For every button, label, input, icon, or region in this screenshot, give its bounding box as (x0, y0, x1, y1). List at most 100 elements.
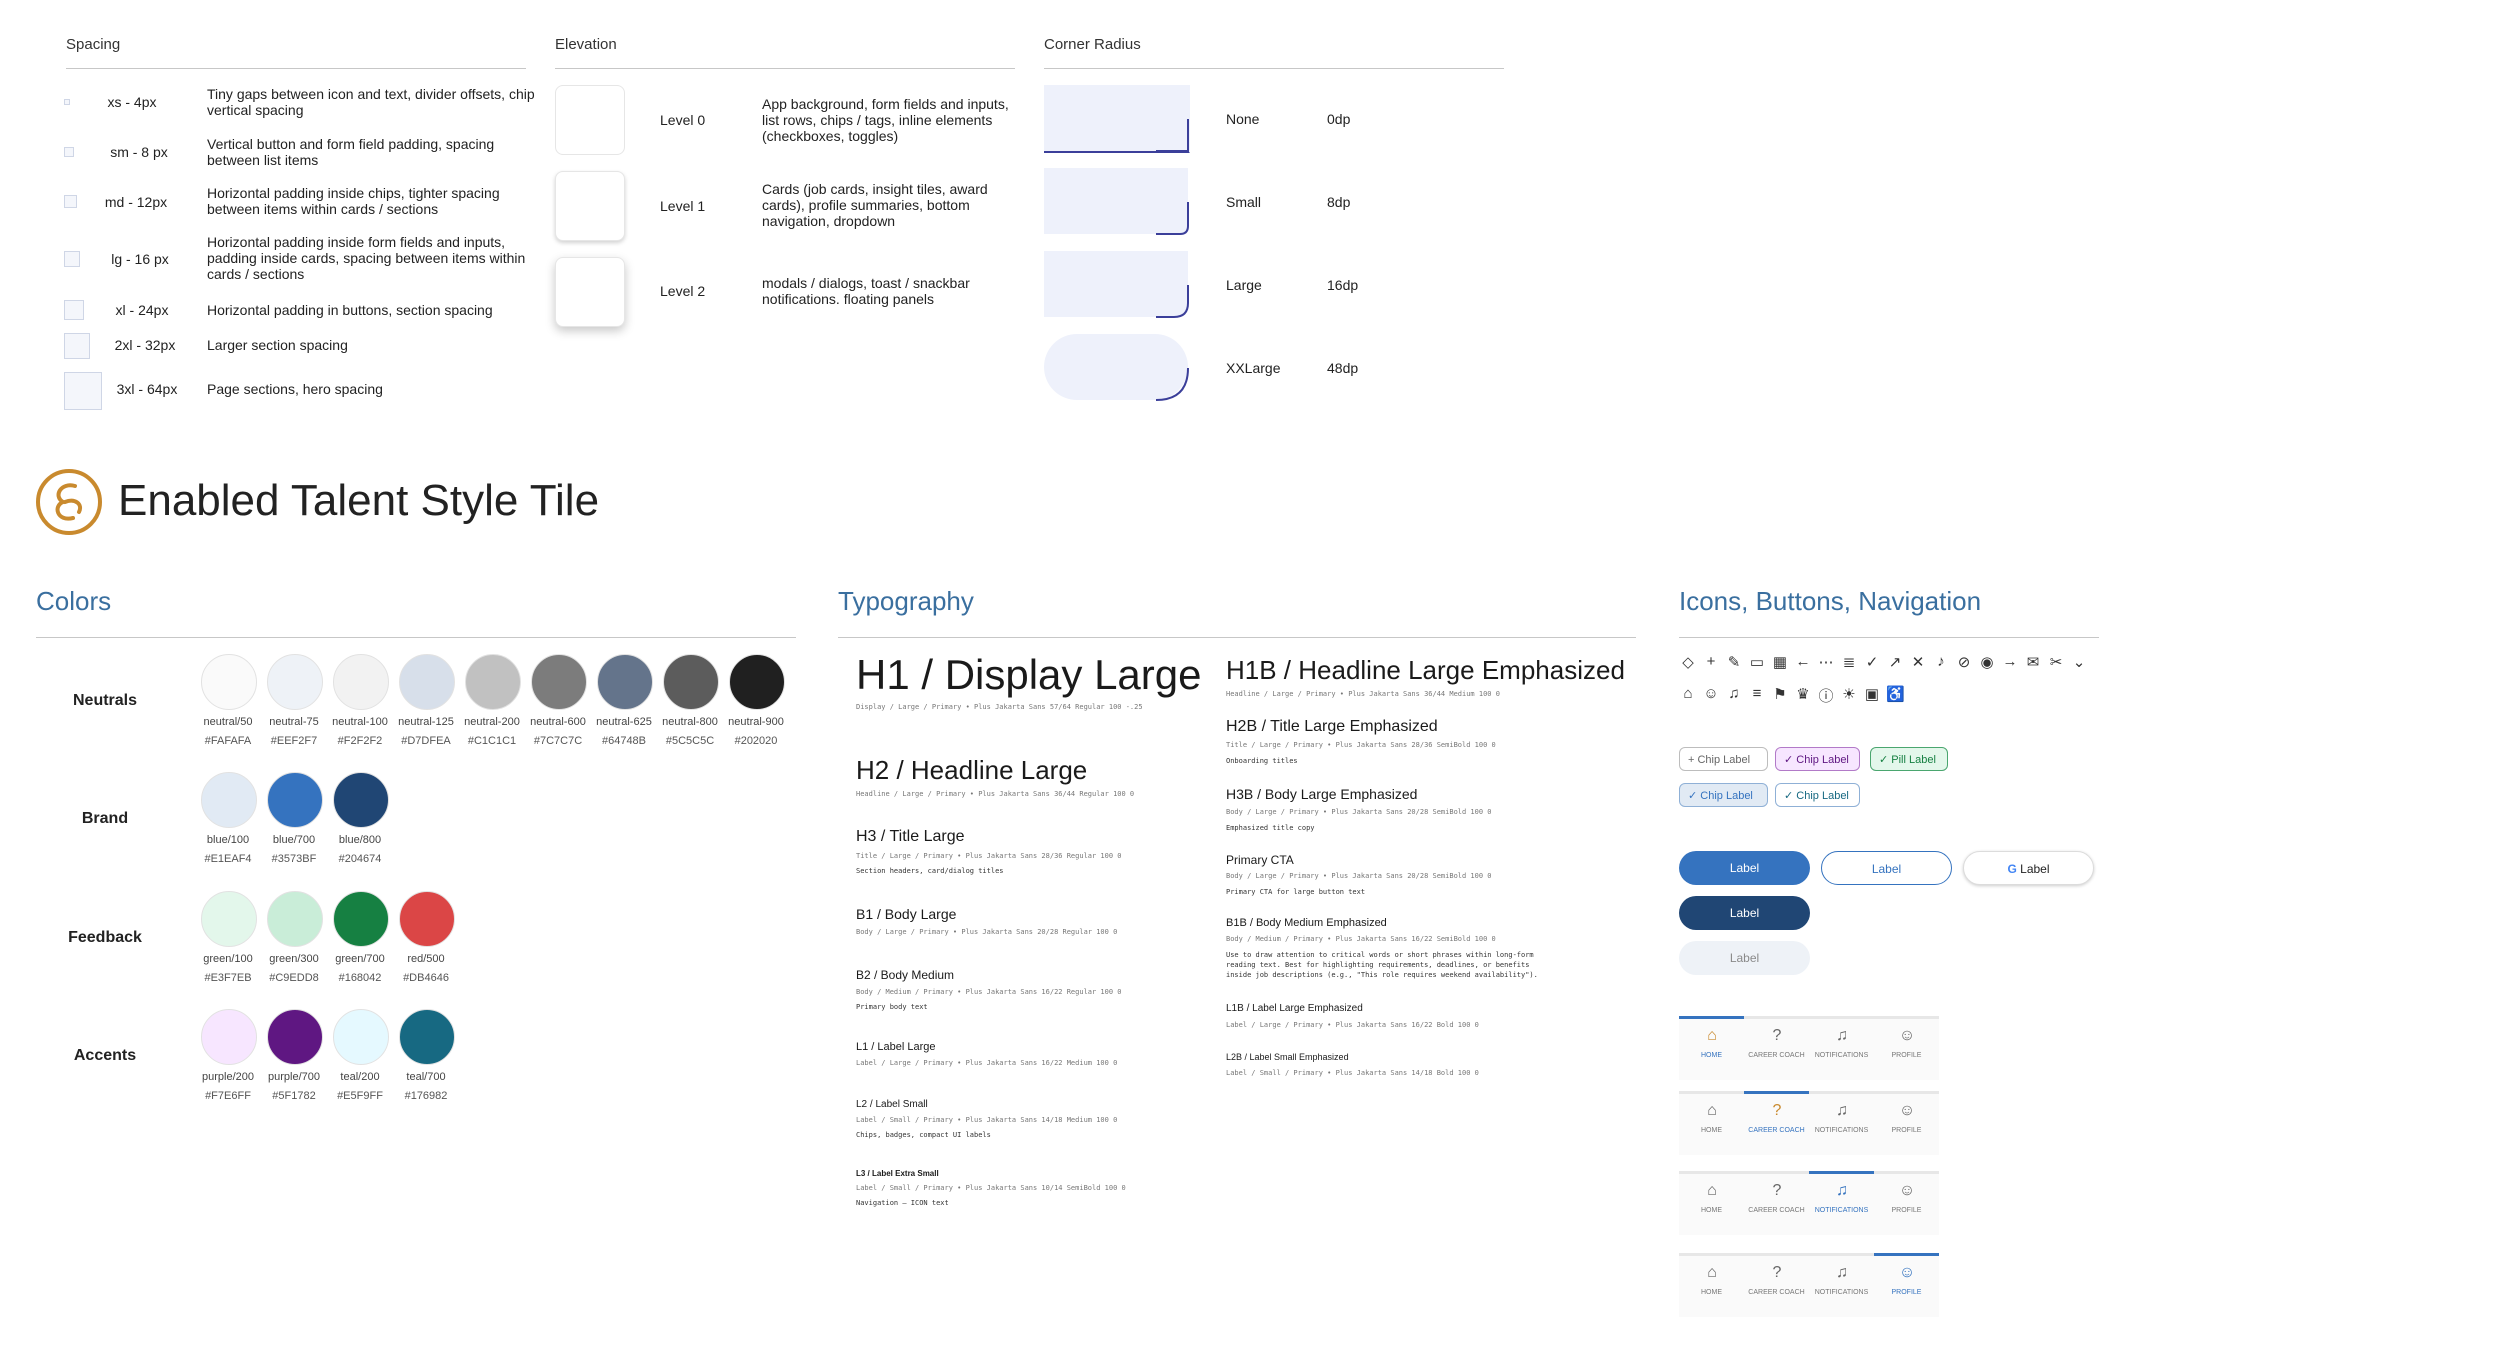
nav-item-career-coach[interactable]: ? CAREER COACH (1744, 1256, 1809, 1317)
close-icon[interactable]: ✕ (1909, 653, 1927, 671)
type-note: Navigation – ICON text (856, 1199, 949, 1207)
bookmark-icon[interactable]: ⚑ (1771, 685, 1789, 703)
color-swatch (267, 891, 323, 947)
spacing-swatch-md (64, 195, 77, 208)
info-circle-icon[interactable]: ⓘ (1817, 685, 1835, 706)
color-row-label: Neutrals (72, 692, 138, 709)
color-swatch (267, 772, 323, 828)
home-icon: ⌂ (1707, 1264, 1717, 1281)
chip-label: Pill Label (1891, 754, 1936, 766)
check-icon: ✓ (1784, 790, 1797, 802)
notifications-icon: ♫ (1836, 1027, 1848, 1044)
nav-item-profile[interactable]: ☺ PROFILE (1874, 1174, 1939, 1235)
pill-selected-green[interactable]: ✓ Pill Label (1870, 747, 1948, 771)
corner-name: XXLarge (1226, 360, 1281, 376)
nav-item-career-coach[interactable]: ? CAREER COACH (1744, 1174, 1809, 1235)
color-row-label: Brand (81, 810, 129, 827)
mail-icon[interactable]: ✉ (2024, 653, 2042, 671)
pencil-icon[interactable]: ✎ (1725, 653, 1743, 671)
chip-selected-blue[interactable]: ✓ Chip Label (1679, 783, 1768, 807)
nav-item-profile[interactable]: ☺ PROFILE (1874, 1253, 1939, 1317)
color-swatch (399, 891, 455, 947)
home-icon[interactable]: ⌂ (1679, 685, 1697, 702)
nav-item-home[interactable]: ⌂ HOME (1679, 1094, 1744, 1155)
color-swatch (201, 654, 257, 710)
color-row-label: Accents (73, 1047, 137, 1064)
type-note: Emphasized title copy (1226, 824, 1315, 832)
account-icon[interactable]: ☺ (1702, 685, 1720, 702)
calendar-icon[interactable]: ▦ (1771, 653, 1789, 671)
google-sign-in-button[interactable]: G Label (1963, 851, 2094, 885)
nav-item-label: CAREER COACH (1748, 1207, 1805, 1214)
chip-selected-purple[interactable]: ✓ Chip Label (1775, 747, 1860, 771)
elevation-title: Elevation (555, 36, 617, 53)
nav-item-profile[interactable]: ☺ PROFILE (1874, 1094, 1939, 1155)
tools-icon[interactable]: ✂ (2047, 653, 2065, 671)
id-card-icon[interactable]: ▣ (1863, 685, 1881, 703)
storage-icon[interactable]: ≡ (1748, 685, 1766, 702)
document-icon[interactable]: ≣ (1840, 653, 1858, 671)
color-swatch (399, 654, 455, 710)
mic-icon[interactable]: ♪ (1932, 653, 1950, 670)
nav-item-profile[interactable]: ☺ PROFILE (1874, 1019, 1939, 1080)
dark-button[interactable]: Label (1679, 896, 1810, 930)
nav-item-home[interactable]: ⌂ HOME (1679, 1256, 1744, 1317)
elevation-card-level-2 (555, 257, 625, 327)
clipboard-icon[interactable]: ▭ (1748, 653, 1766, 671)
external-link-icon[interactable]: ↗ (1886, 653, 1904, 671)
check-icon: ✓ (1784, 754, 1797, 766)
nav-item-label: NOTIFICATIONS (1814, 1207, 1869, 1214)
nav-item-career-coach[interactable]: ? CAREER COACH (1744, 1091, 1809, 1155)
nav-item-notifications[interactable]: ♫ NOTIFICATIONS (1809, 1256, 1874, 1317)
profile-icon: ☺ (1898, 1027, 1916, 1044)
career-coach-icon: ? (1772, 1264, 1782, 1281)
type-spec: Body / Large / Primary • Plus Jakarta Sa… (1226, 808, 1492, 816)
elevation-card-level-0 (555, 85, 625, 155)
spacing-swatch-xs (64, 99, 70, 105)
color-swatch (597, 654, 653, 710)
nav-item-home[interactable]: ⌂ HOME (1679, 1174, 1744, 1235)
outline-button[interactable]: Label (1821, 851, 1952, 885)
type-spec: Title / Large / Primary • Plus Jakarta S… (856, 852, 1122, 860)
more-icon[interactable]: ⋯ (1817, 653, 1835, 671)
arrow-right-icon[interactable]: → (2001, 653, 2019, 670)
type-spec: Headline / Large / Primary • Plus Jakart… (856, 790, 1135, 798)
trophy-icon[interactable]: ♛ (1794, 685, 1812, 703)
spacing-title: Spacing (66, 36, 121, 53)
nav-item-label: HOME (1701, 1052, 1722, 1059)
type-spec: Body / Large / Primary • Plus Jakarta Sa… (856, 928, 1118, 936)
type-sample-h1: H1 / Display Large (856, 651, 1202, 698)
accessibility-icon[interactable]: ♿ (1886, 685, 1905, 703)
elevation-desc: modals / dialogs, toast / snackbar notif… (762, 275, 970, 307)
lightbulb-icon[interactable]: ☀ (1840, 685, 1858, 703)
bottom-navigation-bar: ⌂ HOME? CAREER COACH ♫ NOTIFICATIONS ☺ PROFILE (1679, 1253, 1939, 1317)
nav-item-notifications[interactable]: ♫ NOTIFICATIONS (1809, 1171, 1874, 1235)
corner-name: Small (1226, 194, 1262, 210)
diamond-icon[interactable]: ◇ (1679, 653, 1697, 671)
type-spec: Label / Small / Primary • Plus Jakarta S… (856, 1184, 1126, 1192)
type-sample-l3: L3 / Label Extra Small (856, 1169, 939, 1178)
nav-item-career-coach[interactable]: ? CAREER COACH (1744, 1019, 1809, 1080)
nav-item-notifications[interactable]: ♫ NOTIFICATIONS (1809, 1019, 1874, 1080)
plus-icon[interactable]: + (1702, 653, 1720, 670)
corner-value: 48dp (1327, 360, 1359, 376)
notifications-icon: ♫ (1836, 1102, 1848, 1119)
bottom-navigation-bar: ⌂ HOME? CAREER COACH ♫ NOTIFICATIONS ☺ PROFILE (1679, 1091, 1939, 1155)
bell-icon[interactable]: ♫ (1725, 685, 1743, 702)
arrow-left-icon[interactable]: ← (1794, 653, 1812, 670)
chip-selected-outline[interactable]: ✓ Chip Label (1775, 783, 1860, 807)
chip-add[interactable]: + Chip Label (1679, 747, 1768, 771)
eye-icon[interactable]: ◉ (1978, 653, 1996, 671)
nav-item-home[interactable]: ⌂ HOME (1679, 1016, 1744, 1080)
home-icon: ⌂ (1707, 1027, 1717, 1044)
type-note: Chips, badges, compact UI labels (856, 1131, 991, 1139)
nav-item-notifications[interactable]: ♫ NOTIFICATIONS (1809, 1094, 1874, 1155)
eye-off-icon[interactable]: ⊘ (1955, 653, 1973, 671)
color-swatch (267, 654, 323, 710)
check-icon[interactable]: ✓ (1863, 653, 1881, 671)
chevron-down-icon[interactable]: ⌄ (2070, 653, 2088, 671)
elevation-divider (555, 68, 1015, 69)
primary-button[interactable]: Label (1679, 851, 1810, 885)
elevation-desc: Cards (job cards, insight tiles, award c… (762, 181, 988, 229)
bottom-navigation-bar: ⌂ HOME? CAREER COACH ♫ NOTIFICATIONS ☺ PROFILE (1679, 1171, 1939, 1235)
